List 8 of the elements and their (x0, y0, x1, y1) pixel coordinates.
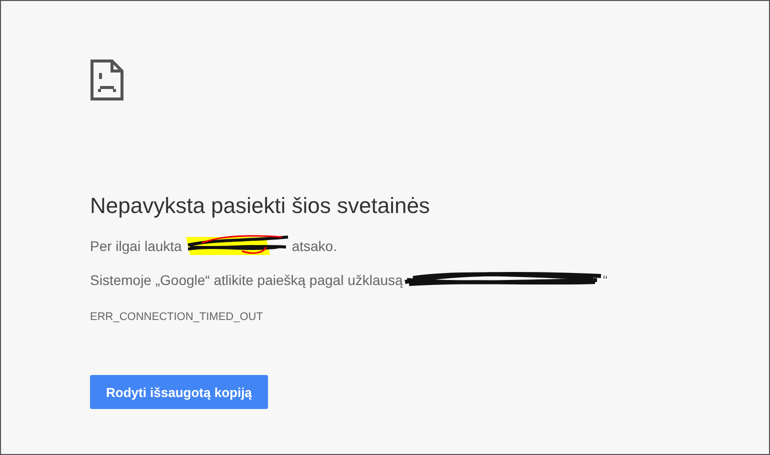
error-code: ERR_CONNECTION_TIMED_OUT (90, 311, 263, 323)
search-suggestion-text: Sistemoje „Google“ atlikite paiešką pagal užklausą (90, 272, 403, 288)
error-heading: Nepavyksta pasiekti šios svetainės (90, 193, 430, 219)
broken-page-icon (90, 59, 124, 101)
message-text: atsako. (292, 238, 337, 254)
quote-mark: “ (602, 272, 608, 288)
message-text: Per ilgai laukta (90, 238, 182, 254)
show-cached-copy-button[interactable]: Rodyti išsaugotą kopiją (90, 375, 268, 409)
